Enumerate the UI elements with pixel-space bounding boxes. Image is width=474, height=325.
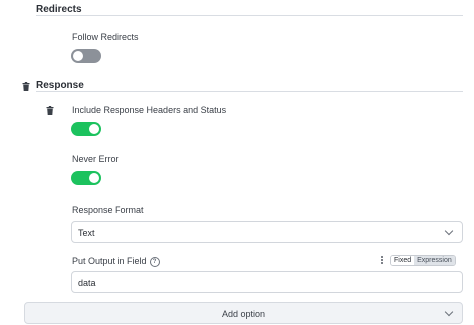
mode-expression-button[interactable]: Expression <box>414 256 455 265</box>
put-output-label: Put Output in Field <box>72 256 147 266</box>
put-output-input[interactable]: data <box>71 271 463 293</box>
help-icon[interactable]: ? <box>149 257 160 267</box>
mode-switch[interactable]: Fixed Expression <box>390 255 456 266</box>
toggle-knob <box>89 124 99 134</box>
chevron-down-icon <box>444 226 454 236</box>
put-output-label-wrap: Put Output in Field? <box>72 256 160 267</box>
put-output-value: data <box>78 278 96 288</box>
follow-redirects-label: Follow Redirects <box>72 32 139 42</box>
response-section-title: Response <box>36 80 84 91</box>
include-headers-label: Include Response Headers and Status <box>72 105 227 115</box>
response-format-label: Response Format <box>72 205 144 215</box>
follow-redirects-toggle[interactable] <box>71 49 101 63</box>
more-options-icon[interactable] <box>381 256 383 264</box>
mode-fixed-button[interactable]: Fixed <box>391 256 415 265</box>
add-option-dropdown[interactable]: Add option <box>24 302 463 324</box>
include-headers-toggle[interactable] <box>71 122 101 136</box>
toggle-knob <box>89 173 99 183</box>
add-option-label: Add option <box>221 309 266 319</box>
never-error-toggle[interactable] <box>71 171 101 185</box>
delete-response-icon[interactable] <box>22 82 30 91</box>
redirects-divider <box>36 15 463 16</box>
redirects-section-title: Redirects <box>36 4 82 15</box>
delete-include-headers-icon[interactable] <box>46 106 54 115</box>
response-format-select[interactable]: Text <box>71 221 463 243</box>
toggle-knob <box>73 51 83 61</box>
response-format-value: Text <box>78 228 95 238</box>
response-divider <box>36 91 463 92</box>
never-error-label: Never Error <box>72 154 119 164</box>
